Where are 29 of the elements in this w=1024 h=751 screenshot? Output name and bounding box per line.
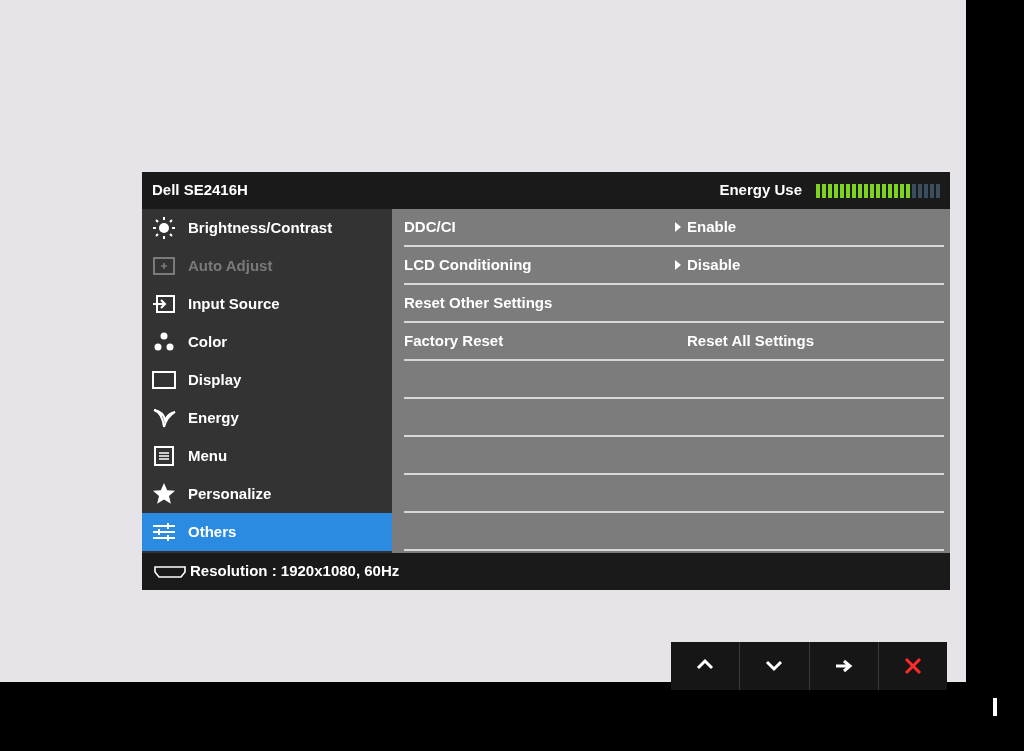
menu-item[interactable]: Brightness/Contrast (142, 209, 392, 247)
energy-use-label: Energy Use (719, 180, 802, 201)
setting-label[interactable]: LCD Conditioning (404, 253, 675, 277)
setting-label[interactable]: DDC/CI (404, 215, 675, 239)
menu-item[interactable]: Others (142, 513, 392, 551)
close-icon (902, 656, 923, 676)
sliders-icon (152, 520, 176, 544)
menu-item[interactable]: Color (142, 323, 392, 361)
menu-item[interactable]: Personalize (142, 475, 392, 513)
hdmi-port-icon (154, 565, 186, 578)
setting-value: Enable (687, 216, 737, 237)
auto-adjust-icon (152, 254, 176, 278)
rectangle-icon (152, 368, 176, 392)
menu-item[interactable]: Menu (142, 437, 392, 475)
leaf-icon (152, 406, 176, 430)
menu-item[interactable]: Energy (142, 399, 392, 437)
setting-value: Disable (687, 254, 741, 275)
star-icon (152, 482, 176, 506)
setting-label[interactable]: Reset Other Settings (404, 291, 675, 315)
menu-item[interactable]: Input Source (142, 285, 392, 323)
setting-label[interactable]: Factory Reset (404, 329, 675, 353)
power-led-icon (993, 698, 997, 716)
monitor-title: Dell SE2416H (152, 180, 248, 201)
setting-value: Reset All Settings (687, 330, 814, 351)
input-source-icon (152, 292, 176, 316)
list-icon (152, 444, 176, 468)
resolution-text: Resolution : 1920x1080, 60Hz (190, 561, 400, 582)
menu-item[interactable]: Display (142, 361, 392, 399)
sun-icon (152, 216, 176, 240)
